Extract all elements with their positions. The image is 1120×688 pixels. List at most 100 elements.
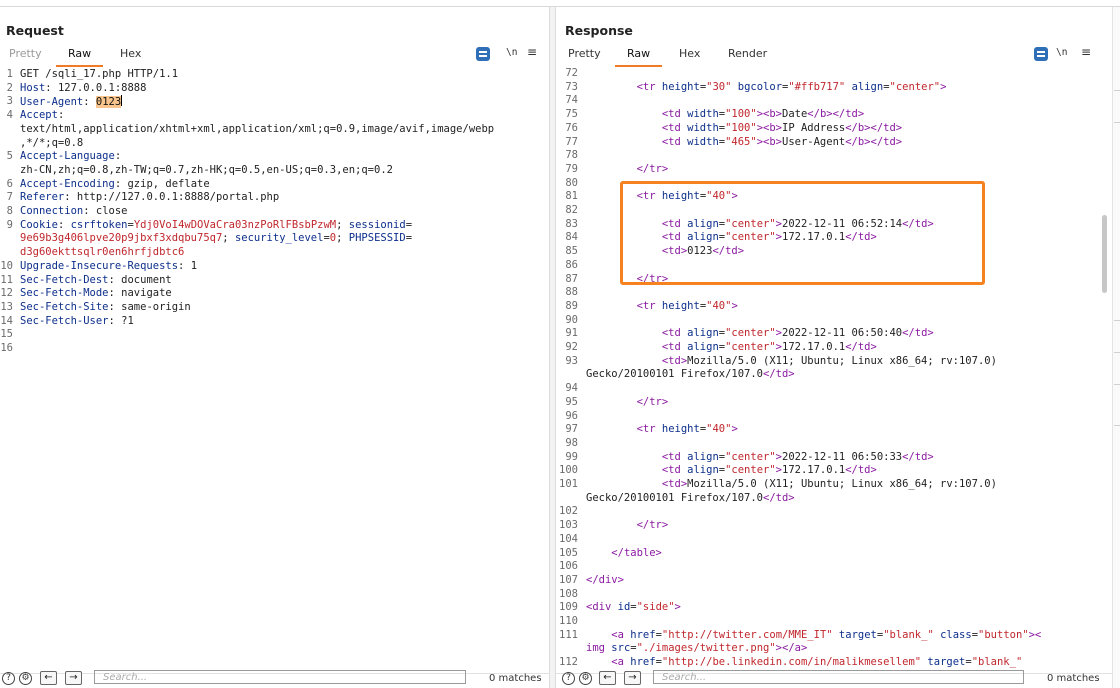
inspector-strip xyxy=(1112,7,1120,688)
line-number: 75 xyxy=(565,108,578,121)
line-number: 103 xyxy=(559,519,578,532)
request-title: Request xyxy=(6,23,64,38)
code-line: img src="./images/twitter.png"></a> xyxy=(586,642,808,655)
inspector-divider xyxy=(1114,352,1120,353)
code-line: <td>0123</td> xyxy=(661,245,745,258)
search-input[interactable]: Search... xyxy=(653,670,1024,684)
settings-icon[interactable]: ⚙ xyxy=(19,672,32,685)
code-line: <td align="center">2022-12-11 06:50:33</… xyxy=(661,450,934,463)
line-number: 76 xyxy=(565,121,578,134)
arrow-right-icon[interactable]: → xyxy=(65,671,82,685)
code-line: Accept-Encoding: gzip, deflate xyxy=(20,177,210,190)
code-line: d3g60ekttsqlr0en6hrfjdbtc6 xyxy=(20,246,185,259)
inspector-divider xyxy=(1114,90,1120,91)
line-number: 73 xyxy=(565,80,578,93)
line-number: 112 xyxy=(559,656,578,669)
tab-raw[interactable]: Raw xyxy=(614,47,663,67)
newline-icon[interactable]: \n xyxy=(506,47,517,58)
line-number: 111 xyxy=(559,628,578,641)
line-number: 13 xyxy=(0,300,13,313)
code-line: <td width="100"><b>IP Address</b></td> xyxy=(661,121,903,134)
code-line: <td width="465"><b>User-Agent</b></td> xyxy=(661,135,903,148)
line-number: 6 xyxy=(6,177,13,190)
code-line: </tr> xyxy=(636,162,669,175)
tab-pretty[interactable]: Pretty xyxy=(9,47,42,60)
selected-text: 0123 xyxy=(95,96,122,109)
code-line: Upgrade-Insecure-Requests: 1 xyxy=(20,259,198,272)
line-number: 10 xyxy=(0,259,13,272)
arrow-left-icon[interactable]: ← xyxy=(599,671,616,685)
line-number: 12 xyxy=(0,287,13,300)
code-line: Sec-Fetch-Dest: document xyxy=(20,273,172,286)
newline-icon[interactable]: \n xyxy=(1056,47,1067,58)
line-number: 16 xyxy=(0,342,13,354)
match-count: 0 matches xyxy=(489,673,542,684)
line-number: 7 xyxy=(6,191,13,204)
code-line: <td align="center">172.17.0.1</td> xyxy=(661,231,877,244)
line-number: 81 xyxy=(565,190,578,203)
line-number: 96 xyxy=(565,409,578,422)
line-number: 3 xyxy=(6,95,13,108)
arrow-right-icon[interactable]: → xyxy=(624,671,641,685)
line-number: 9 xyxy=(6,218,13,231)
text-caret xyxy=(121,95,123,107)
code-line: <td align="center">172.17.0.1</td> xyxy=(661,464,877,477)
request-pane: Request Pretty Raw Hex \n ≡ 1 2 3 4 5 6 7 8 9 10 1… xyxy=(0,7,549,688)
wrap-icon[interactable] xyxy=(1034,47,1048,61)
line-number: 110 xyxy=(559,615,578,627)
line-number: 15 xyxy=(0,328,13,341)
pane-splitter[interactable] xyxy=(549,7,556,688)
code-line: ,*/*;q=0.8 xyxy=(20,136,84,149)
tab-pretty[interactable]: Pretty xyxy=(568,47,601,60)
line-number: 102 xyxy=(559,505,578,518)
line-number: 1 xyxy=(6,68,13,80)
code-line: Host: 127.0.0.1:8888 xyxy=(20,81,147,94)
code-line: Sec-Fetch-Mode: navigate xyxy=(20,287,172,300)
code-line: <div id="side"> xyxy=(586,601,681,614)
response-editor[interactable]: 72 73 74 75 76 77 78 79 80 81 82 83 84 85 86 87 88 89 90 91… xyxy=(556,67,1112,674)
line-number: 104 xyxy=(559,532,578,545)
arrow-left-icon[interactable]: ← xyxy=(40,671,57,685)
code-line: </tr> xyxy=(636,272,669,285)
line-number: 92 xyxy=(565,341,578,353)
line-number: 94 xyxy=(565,382,578,395)
code-line: GET /sqli_17.php HTTP/1.1 xyxy=(20,68,179,80)
code-line: <td>Mozilla/5.0 (X11; Ubuntu; Linux x86_… xyxy=(661,478,997,490)
code-line: <td>Mozilla/5.0 (X11; Ubuntu; Linux x86_… xyxy=(661,354,997,367)
line-number: 86 xyxy=(565,258,578,271)
line-number: 85 xyxy=(565,245,578,258)
line-number: 99 xyxy=(565,450,578,463)
line-number: 80 xyxy=(565,176,578,189)
line-number: 88 xyxy=(565,286,578,299)
help-icon[interactable]: ? xyxy=(562,672,575,685)
line-number: 107 xyxy=(559,573,578,586)
code-line: <tr height="40"> xyxy=(636,299,738,312)
code-line: Sec-Fetch-User: ?1 xyxy=(20,314,134,327)
menu-icon[interactable]: ≡ xyxy=(527,45,537,59)
request-tabs: Pretty Raw Hex \n ≡ xyxy=(0,45,549,67)
tab-raw[interactable]: Raw xyxy=(55,47,104,67)
code-line: Cookie: csrftoken=Ydj0VoI4wDOVaCra03nzPo… xyxy=(20,218,413,231)
help-icon[interactable]: ? xyxy=(2,672,15,685)
tab-render[interactable]: Render xyxy=(728,47,767,60)
line-number: 105 xyxy=(559,546,578,559)
response-title: Response xyxy=(565,23,633,38)
settings-icon[interactable]: ⚙ xyxy=(579,672,592,685)
inspector-divider xyxy=(1114,320,1120,321)
response-scrollbar[interactable] xyxy=(1102,215,1107,293)
line-number: 101 xyxy=(559,478,578,490)
menu-icon[interactable]: ≡ xyxy=(1081,45,1091,59)
search-input[interactable]: Search... xyxy=(94,670,466,684)
tab-hex[interactable]: Hex xyxy=(120,47,141,60)
line-number: 106 xyxy=(559,560,578,573)
line-number: 83 xyxy=(565,217,578,230)
wrap-icon[interactable] xyxy=(476,47,490,61)
code-line: Connection: close xyxy=(20,205,128,217)
line-number: 5 xyxy=(6,150,13,163)
tab-hex[interactable]: Hex xyxy=(679,47,700,60)
inspector-divider xyxy=(1114,425,1120,426)
line-number: 100 xyxy=(559,464,578,477)
code-line: <a href="http://twitter.com/MME_IT" targ… xyxy=(611,628,1042,641)
request-editor[interactable]: 1 2 3 4 5 6 7 8 9 10 11 12 13 14 15 16 GET /sqli_17.php… xyxy=(0,68,549,674)
code-line: <td align="center">2022-12-11 06:50:40</… xyxy=(661,327,934,340)
